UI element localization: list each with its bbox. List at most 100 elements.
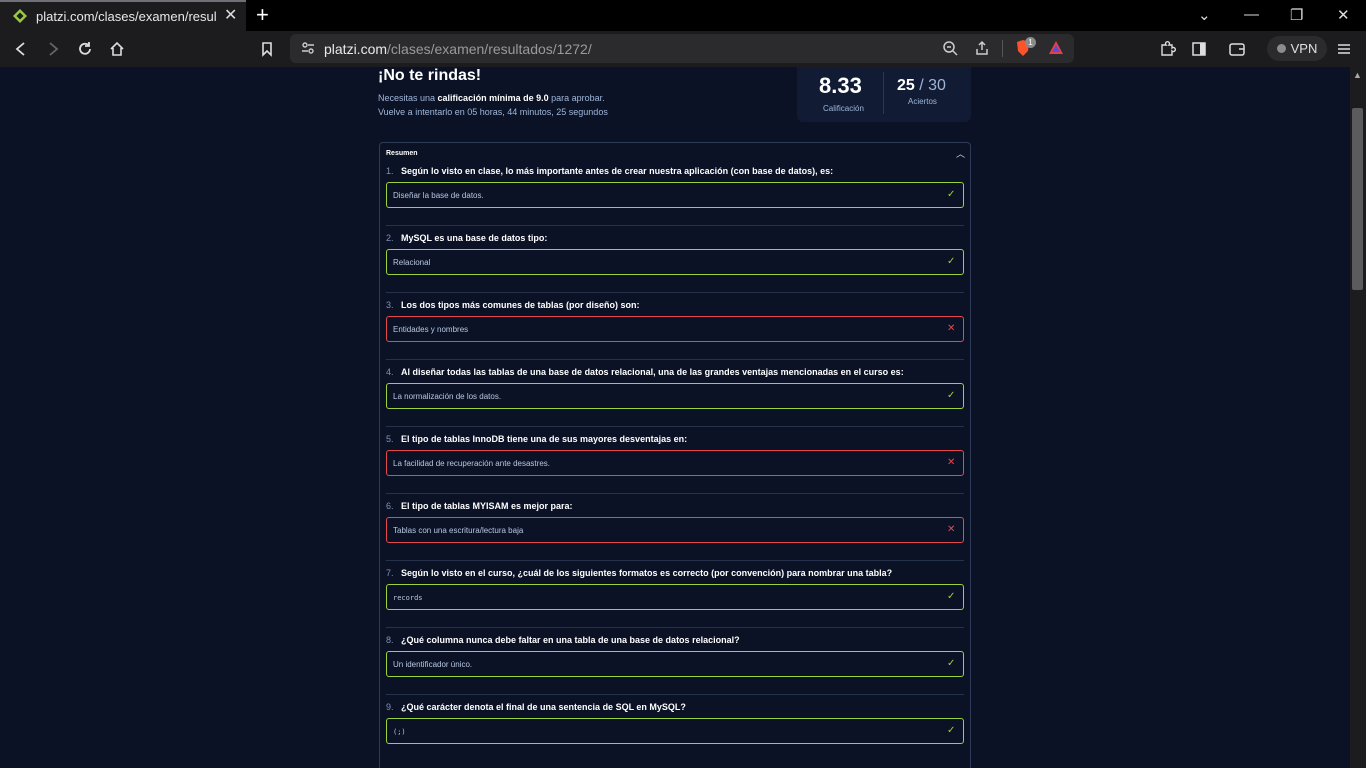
score-divider: [883, 72, 884, 114]
question-text: ¿Qué columna nunca debe faltar en una ta…: [401, 635, 740, 645]
need-prefix: Necesitas una: [378, 93, 438, 103]
question-text: Según lo visto en el curso, ¿cuál de los…: [401, 568, 893, 578]
address-bar-divider: [1002, 40, 1003, 57]
summary-panel: Resumen ︿ 1. Según lo visto en clase, lo …: [379, 142, 971, 768]
score-card: 8.33 Calificación 25 / 30 Aciertos: [797, 67, 971, 122]
browser-toolbar: platzi.com/clases/examen/resultados/1272…: [0, 31, 1366, 67]
extensions-icon[interactable]: [1158, 40, 1176, 58]
new-tab-icon[interactable]: +: [256, 4, 269, 26]
question-divider: [386, 359, 964, 360]
answer-text: Relacional: [393, 258, 431, 267]
question-number: 5.: [386, 434, 394, 444]
answer-correct: Relacional ✓: [386, 249, 964, 275]
answer-incorrect: Tablas con una escritura/lectura baja ✕: [386, 517, 964, 543]
sidebar-icon[interactable]: [1190, 40, 1208, 58]
check-icon: ✓: [947, 256, 956, 267]
need-suffix: para aprobar.: [548, 93, 605, 103]
forward-icon[interactable]: [44, 40, 62, 58]
vpn-label: VPN: [1290, 41, 1318, 56]
home-icon[interactable]: [108, 40, 126, 58]
address-bar[interactable]: platzi.com/clases/examen/resultados/1272…: [290, 34, 1074, 63]
x-icon: ✕: [947, 323, 956, 334]
result-heading: ¡No te rindas!: [378, 67, 482, 84]
question-number: 4.: [386, 367, 394, 377]
answer-text: Un identificador único.: [393, 660, 473, 669]
x-icon: ✕: [947, 524, 956, 535]
answer-text: records: [393, 594, 423, 602]
scrollbar-thumb[interactable]: [1352, 108, 1363, 290]
answer-text: Diseñar la base de datos.: [393, 191, 484, 200]
question-text: ¿Qué carácter denota el final de una sen…: [401, 702, 686, 712]
question-text: Según lo visto en clase, lo más importan…: [401, 166, 834, 176]
scroll-up-arrow-icon[interactable]: ▲: [1353, 70, 1362, 80]
site-settings-icon[interactable]: [300, 40, 316, 56]
check-icon: ✓: [947, 658, 956, 669]
restore-icon[interactable]: ❐: [1290, 6, 1303, 24]
answer-correct: (;) ✓: [386, 718, 964, 744]
question-divider: [386, 426, 964, 427]
check-icon: ✓: [947, 725, 956, 736]
score-label: Calificación: [823, 104, 864, 113]
question-text: El tipo de tablas MYISAM es mejor para:: [401, 501, 573, 511]
answer-incorrect: Entidades y nombres ✕: [386, 316, 964, 342]
menu-icon[interactable]: [1335, 40, 1353, 58]
answer-text: La normalización de los datos.: [393, 392, 502, 401]
hits-count: 25: [897, 77, 915, 94]
wallet-icon[interactable]: [1228, 40, 1246, 58]
question-divider: [386, 627, 964, 628]
question-divider: [386, 694, 964, 695]
vpn-button[interactable]: VPN: [1267, 36, 1327, 61]
answer-correct: records ✓: [386, 584, 964, 610]
tab-close-icon[interactable]: ✕: [224, 8, 237, 24]
need-bold: calificación mínima de 9.0: [437, 93, 549, 103]
answer-text: Entidades y nombres: [393, 325, 469, 334]
tab-list-chevron-icon[interactable]: ⌄: [1198, 6, 1211, 24]
answer-text: La facilidad de recuperación ante desast…: [393, 459, 550, 468]
reload-icon[interactable]: [76, 40, 94, 58]
question-text: MySQL es una base de datos tipo:: [401, 233, 548, 243]
question-number: 8.: [386, 635, 394, 645]
collapse-chevron-icon[interactable]: ︿: [956, 147, 965, 160]
question-text: Al diseñar todas las tablas de una base …: [401, 367, 904, 377]
check-icon: ✓: [947, 189, 956, 200]
url-text: platzi.com/clases/examen/resultados/1272…: [324, 41, 592, 57]
question-divider: [386, 560, 964, 561]
question-number: 2.: [386, 233, 394, 243]
question-number: 3.: [386, 300, 394, 310]
tab-title: platzi.com/clases/examen/resultados/1272…: [36, 9, 216, 24]
answer-incorrect: La facilidad de recuperación ante desast…: [386, 450, 964, 476]
answer-correct: La normalización de los datos. ✓: [386, 383, 964, 409]
url-path: /clases/examen/resultados/1272/: [387, 41, 592, 57]
page-content: ¡No te rindas! Necesitas una calificació…: [0, 67, 1350, 768]
summary-title: Resumen: [386, 150, 418, 157]
platzi-favicon-icon: [13, 9, 27, 23]
check-icon: ✓: [947, 390, 956, 401]
score-value: 8.33: [819, 73, 862, 98]
shields-count-badge: 1: [1025, 37, 1036, 48]
url-host: platzi.com: [324, 41, 388, 57]
check-icon: ✓: [947, 591, 956, 602]
answer-correct: Un identificador único. ✓: [386, 651, 964, 677]
question-number: 7.: [386, 568, 394, 578]
retry-countdown: Vuelve a intentarlo en 05 horas, 44 minu…: [378, 107, 608, 117]
minimum-grade-text: Necesitas una calificación mínima de 9.0…: [378, 93, 605, 103]
question-divider: [386, 493, 964, 494]
question-number: 9.: [386, 702, 394, 712]
browser-tab-active[interactable]: platzi.com/clases/examen/resultados/1272…: [0, 0, 246, 31]
bookmark-icon[interactable]: [258, 40, 276, 58]
close-window-icon[interactable]: ✕: [1337, 6, 1350, 24]
question-divider: [386, 225, 964, 226]
zoom-icon[interactable]: [942, 40, 958, 56]
vpn-status-dot: [1276, 44, 1286, 53]
brave-rewards-icon[interactable]: [1047, 39, 1065, 57]
minimize-icon[interactable]: —: [1244, 6, 1259, 23]
hits-label: Aciertos: [908, 97, 937, 106]
share-icon[interactable]: [974, 40, 990, 56]
browser-tab-strip: platzi.com/clases/examen/resultados/1272…: [0, 0, 1366, 31]
back-icon[interactable]: [12, 40, 30, 58]
answer-text: (;): [393, 728, 406, 736]
answer-text: Tablas con una escritura/lectura baja: [393, 526, 524, 535]
hits-total: / 30: [919, 77, 946, 94]
answer-correct: Diseñar la base de datos. ✓: [386, 182, 964, 208]
x-icon: ✕: [947, 457, 956, 468]
